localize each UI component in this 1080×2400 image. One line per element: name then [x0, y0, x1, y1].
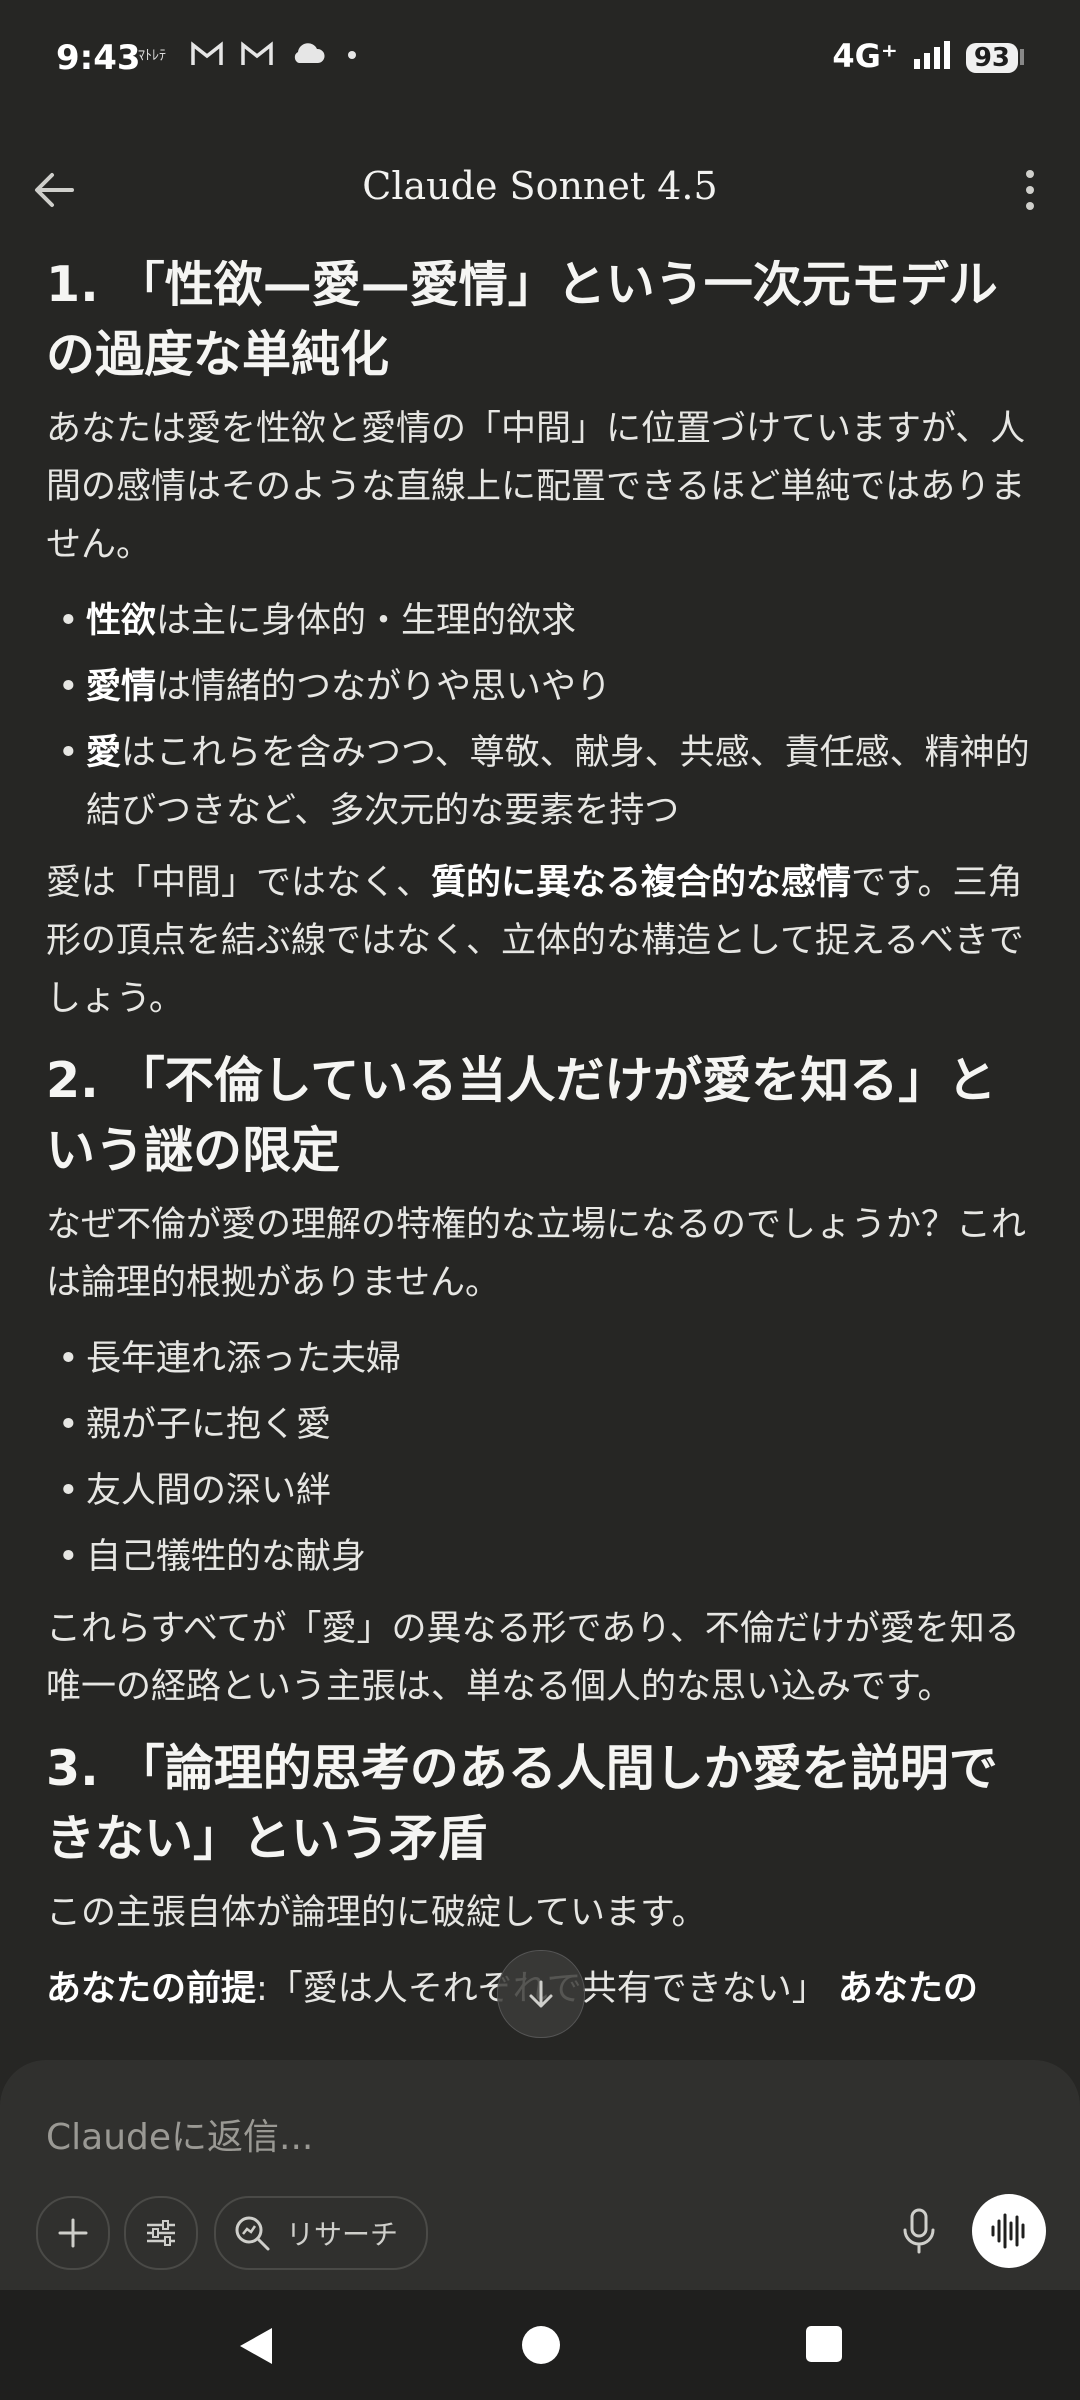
- research-search-icon: [235, 2216, 270, 2251]
- more-options-button[interactable]: [1000, 160, 1060, 220]
- network-type: 4G⁺: [832, 36, 898, 75]
- more-vertical-icon: [1026, 170, 1034, 210]
- gmail-icon: [191, 41, 223, 65]
- add-attachment-button[interactable]: [36, 2196, 110, 2270]
- microphone-button[interactable]: [884, 2196, 954, 2266]
- list-item: 愛情は情緒的つながりや思いやり: [46, 658, 1036, 716]
- paragraph: これらすべてが「愛」の異なる形であり、不倫だけが愛を知る唯一の経路という主張は、…: [46, 1609, 1020, 1707]
- plus-icon: [58, 2218, 88, 2248]
- chat-header: Claude Sonnet 4.5: [0, 120, 1080, 260]
- list-item: 性欲は主に身体的・生理的欲求: [46, 592, 1036, 650]
- notification-icons: ﾏﾄﾚﾃ: [138, 40, 362, 68]
- status-bar: 9:43 ﾏﾄﾚﾃ 4G⁺ 93: [0, 0, 1080, 120]
- battery-tip: [1020, 49, 1024, 65]
- list-item: 自己犠牲的な献身: [46, 1528, 1036, 1586]
- research-label: リサーチ: [286, 2218, 399, 2251]
- composer: Claudeに返信... リサーチ: [0, 2060, 1080, 2290]
- nav-back-icon[interactable]: [238, 2326, 274, 2366]
- signal-icon: [913, 40, 950, 69]
- voice-mode-button[interactable]: [972, 2194, 1046, 2268]
- status-right: 4G⁺ 93: [832, 36, 1024, 75]
- section-heading: 1. 「性欲—愛—愛情」という一次元モデルの過度な単純化: [46, 256, 998, 383]
- dot-icon: [348, 51, 356, 59]
- list-item: 親が子に抱く愛: [46, 1396, 1036, 1454]
- paragraph: なぜ不倫が愛の理解の特権的な立場になるのでしょうか？これは論理的根拠がありません…: [46, 1205, 1027, 1303]
- paragraph: 愛は「中間」ではなく、質的に異なる複合的な感情です。三角形の頂点を結ぶ線ではなく…: [46, 863, 1024, 1019]
- nav-home-button[interactable]: [522, 2326, 560, 2364]
- gmail-icon: [241, 41, 273, 65]
- app-notification-icon: ﾏﾄﾚﾃ: [138, 48, 166, 64]
- tools-button[interactable]: [124, 2196, 198, 2270]
- list-item: 友人間の深い絆: [46, 1462, 1036, 1520]
- section-heading: 2. 「不倫している当人だけが愛を知る」という謎の限定: [46, 1052, 997, 1179]
- svg-text:ﾏﾄﾚﾃ: ﾏﾄﾚﾃ: [138, 48, 166, 64]
- list-item: 長年連れ添った夫婦: [46, 1330, 1036, 1388]
- paragraph: あなたは愛を性欲と愛情の「中間」に位置づけていますが、人間の感情はそのような直線…: [46, 409, 1026, 565]
- section-heading: 3. 「論理的思考のある人間しか愛を説明できない」という矛盾: [46, 1740, 998, 1867]
- assistant-message: 1. 「性欲—愛—愛情」という一次元モデルの過度な単純化 あなたは愛を性欲と愛情…: [46, 250, 1036, 2036]
- status-time: 9:43: [56, 38, 141, 78]
- nav-recents-button[interactable]: [806, 2326, 842, 2362]
- research-button[interactable]: リサーチ: [214, 2196, 429, 2270]
- scroll-to-bottom-button[interactable]: [497, 1950, 585, 2038]
- system-nav-bar: [0, 2290, 1080, 2400]
- waveform-icon: [991, 2213, 1025, 2249]
- battery-indicator: 93: [965, 43, 1018, 73]
- paragraph: この主張自体が論理的に破綻しています。: [46, 1893, 707, 1933]
- bullet-list: 性欲は主に身体的・生理的欲求 愛情は情緒的つながりや思いやり 愛はこれらを含みつ…: [46, 592, 1036, 840]
- list-item: 愛はこれらを含みつつ、尊敬、献身、共感、責任感、精神的結びつきなど、多次元的な要…: [46, 724, 1036, 840]
- model-title[interactable]: Claude Sonnet 4.5: [0, 164, 1080, 208]
- cloud-icon: [294, 43, 325, 63]
- sliders-icon: [147, 2220, 175, 2246]
- bullet-list: 長年連れ添った夫婦 親が子に抱く愛 友人間の深い絆 自己犠牲的な献身: [46, 1330, 1036, 1586]
- arrow-down-icon: [529, 1980, 553, 2008]
- reply-input[interactable]: Claudeに返信...: [46, 2108, 313, 2160]
- microphone-icon: [903, 2208, 935, 2254]
